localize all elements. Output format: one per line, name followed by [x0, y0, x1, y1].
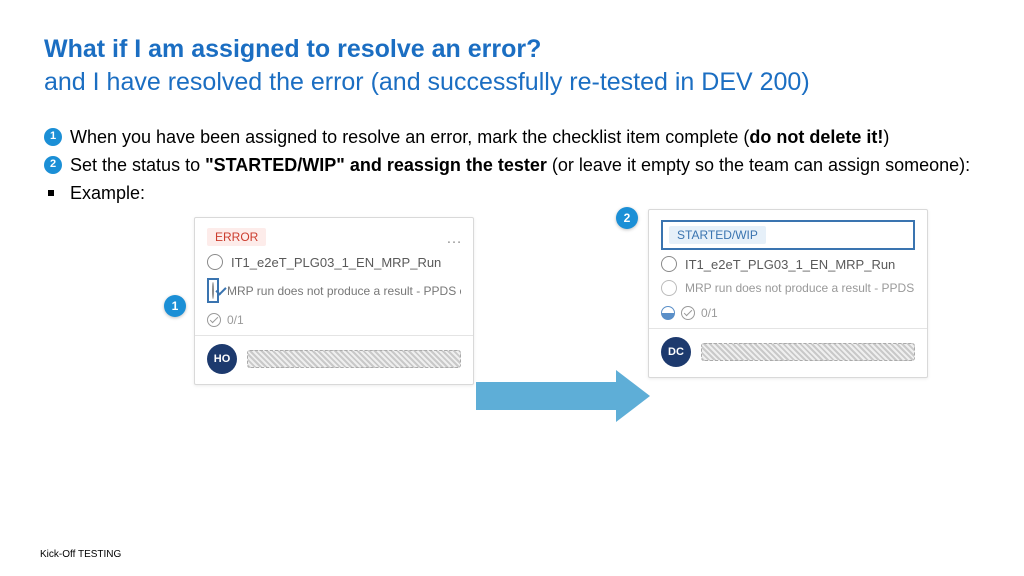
- bullet-1-text-pre: When you have been assigned to resolve a…: [70, 127, 749, 147]
- avatar[interactable]: DC: [661, 337, 691, 367]
- example-cards-row: 1 2 ERROR … IT1_e2eT_PLG03_1_EN_MRP_Run …: [44, 217, 980, 477]
- assignee-row: HO: [195, 335, 473, 384]
- bullet-3-text: Example:: [70, 183, 145, 203]
- square-bullet-icon: [48, 190, 54, 196]
- task-row-1: IT1_e2eT_PLG03_1_EN_MRP_Run: [661, 256, 915, 272]
- task-2-title: MRP run does not produce a result - PPDS…: [227, 284, 461, 298]
- status-tag-wip[interactable]: STARTED/WIP: [669, 226, 766, 244]
- task-card-after: STARTED/WIP IT1_e2eT_PLG03_1_EN_MRP_Run …: [648, 209, 928, 378]
- slide-footer: Kick-Off TESTING: [40, 549, 121, 560]
- status-callout-box: STARTED/WIP: [661, 220, 915, 250]
- checkbox-callout-box: [207, 278, 219, 303]
- unchecked-circle-icon[interactable]: [661, 280, 677, 296]
- checklist-counter-icon: [207, 313, 221, 327]
- checklist-counter-value: 0/1: [701, 306, 718, 320]
- bullet-2-text-bold: "STARTED/WIP" and reassign the tester: [205, 155, 547, 175]
- checked-circle-icon[interactable]: [212, 282, 214, 299]
- bullet-2: 2 Set the status to "STARTED/WIP" and re…: [44, 153, 980, 177]
- checklist-counter-row: 0/1: [207, 313, 461, 327]
- bullet-2-number-badge: 2: [44, 156, 62, 174]
- callout-badge-2: 2: [616, 207, 638, 229]
- task-row-2: MRP run does not produce a result - PPDS…: [207, 278, 461, 303]
- card-menu-button[interactable]: …: [446, 230, 463, 248]
- bullet-1-text-post: ): [883, 127, 889, 147]
- bullet-2-text-pre: Set the status to: [70, 155, 205, 175]
- assignee-name-redacted: [247, 350, 461, 368]
- assignee-name-redacted: [701, 343, 915, 361]
- slide-title-line1: What if I am assigned to resolve an erro…: [44, 34, 980, 65]
- body-list: 1 When you have been assigned to resolve…: [44, 125, 980, 206]
- bullet-1: 1 When you have been assigned to resolve…: [44, 125, 980, 149]
- bullet-2-text-post: (or leave it empty so the team can assig…: [547, 155, 970, 175]
- bullet-1-text-bold: do not delete it!: [749, 127, 883, 147]
- checklist-counter-value: 0/1: [227, 313, 244, 327]
- slide-title-line2: and I have resolved the error (and succe…: [44, 67, 980, 98]
- task-row-1: IT1_e2eT_PLG03_1_EN_MRP_Run: [207, 254, 461, 270]
- checklist-counter-icon: [681, 306, 695, 320]
- callout-badge-1: 1: [164, 295, 186, 317]
- avatar[interactable]: HO: [207, 344, 237, 374]
- arrow-icon: [476, 382, 616, 410]
- progress-half-circle-icon: [661, 306, 675, 320]
- task-1-title: IT1_e2eT_PLG03_1_EN_MRP_Run: [231, 255, 441, 270]
- unchecked-circle-icon[interactable]: [207, 254, 223, 270]
- task-row-2: MRP run does not produce a result - PPDS…: [661, 280, 915, 296]
- status-tag-error[interactable]: ERROR: [207, 228, 266, 246]
- unchecked-circle-icon[interactable]: [661, 256, 677, 272]
- task-1-title: IT1_e2eT_PLG03_1_EN_MRP_Run: [685, 257, 895, 272]
- bullet-3: Example:: [44, 181, 980, 205]
- checklist-counter-row: 0/1: [661, 306, 915, 320]
- task-2-title: MRP run does not produce a result - PPDS…: [685, 281, 915, 295]
- task-card-before: ERROR … IT1_e2eT_PLG03_1_EN_MRP_Run MRP …: [194, 217, 474, 385]
- bullet-1-number-badge: 1: [44, 128, 62, 146]
- assignee-row: DC: [649, 328, 927, 377]
